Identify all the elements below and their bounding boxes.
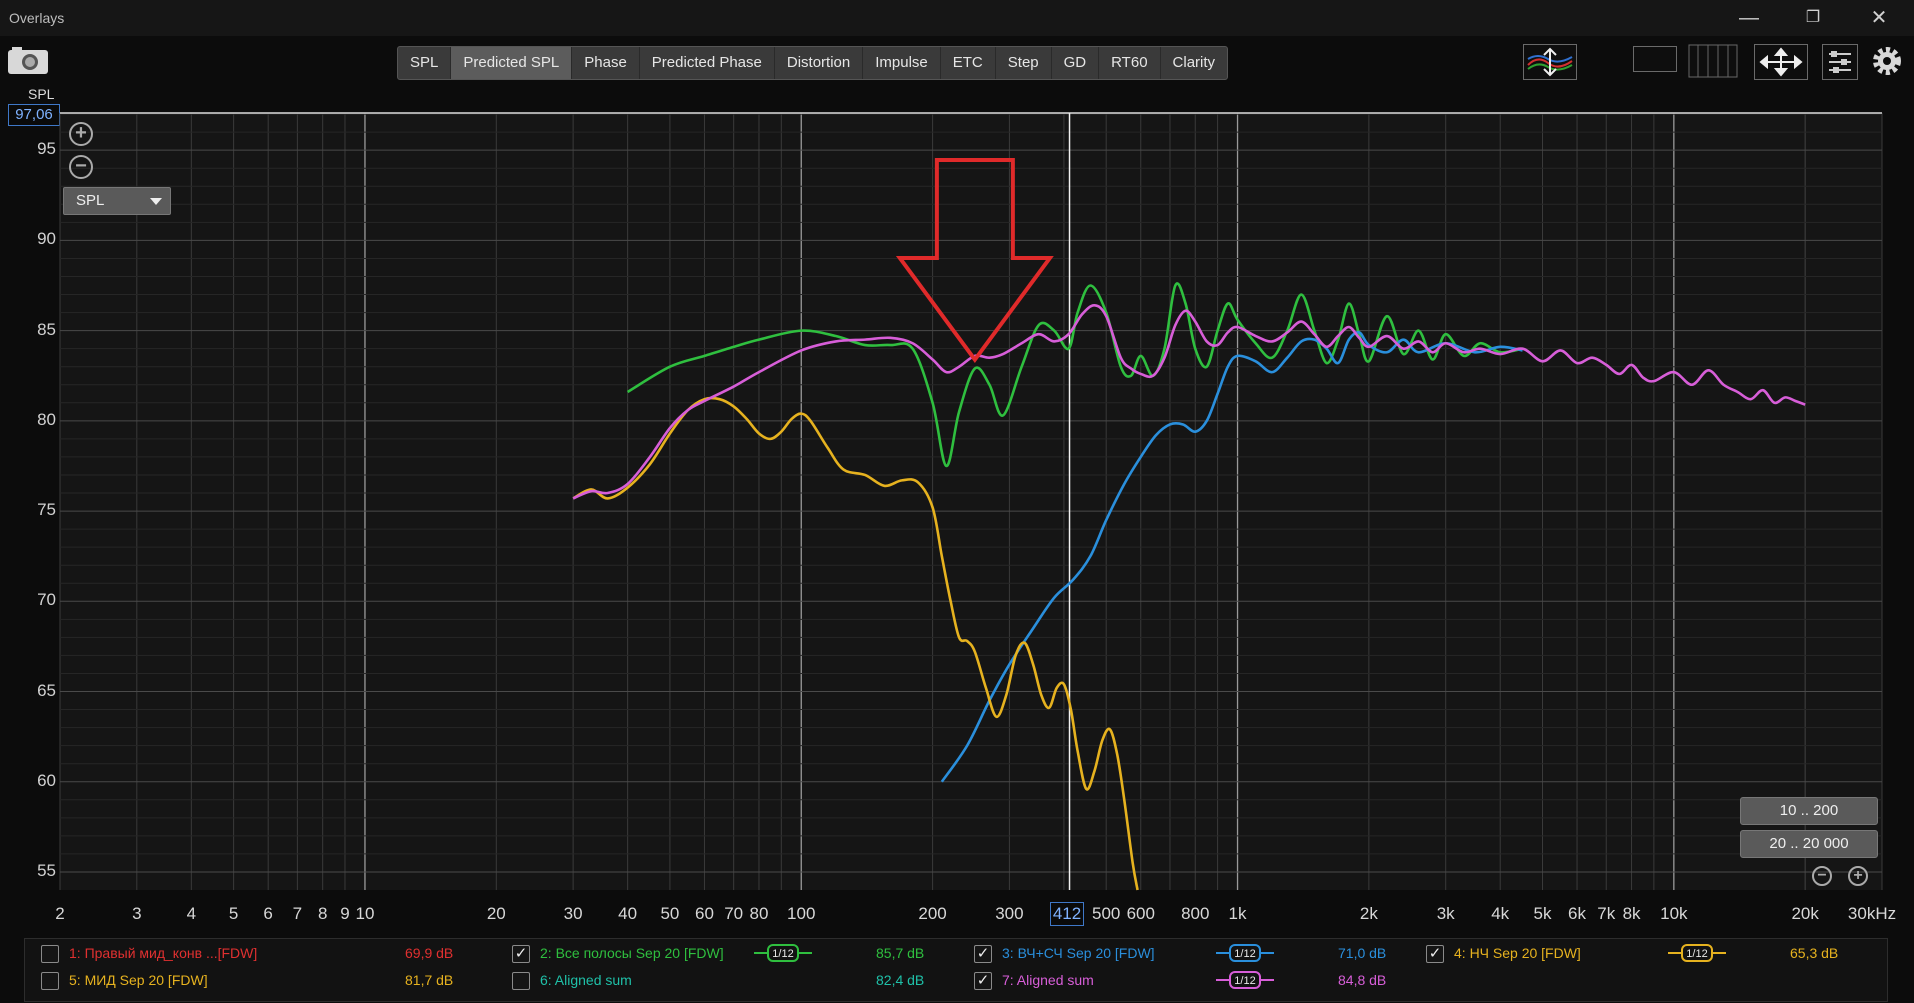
cursor-frequency-readout: 412 (1050, 902, 1084, 926)
x-tick-label: 800 (1181, 904, 1210, 923)
legend-checkbox[interactable] (41, 972, 59, 990)
x-tick-label: 300 (995, 904, 1024, 923)
legend-checkbox[interactable]: ✓ (1426, 945, 1444, 963)
chevron-down-icon (150, 198, 162, 205)
dropdown-value: SPL (76, 192, 105, 209)
legend-value: 69,9 dB (405, 945, 454, 961)
legend-value: 65,3 dB (1790, 945, 1839, 961)
x-tick-label: 200 (918, 904, 947, 923)
zoom-in-icon[interactable]: + (69, 122, 93, 146)
svg-text:1/12: 1/12 (1234, 948, 1255, 960)
spl-plot[interactable] (0, 0, 1914, 1003)
x-tick-label: 8k (1622, 904, 1641, 923)
legend-checkbox[interactable]: ✓ (974, 945, 992, 963)
x-tick-label: 6 (263, 904, 273, 923)
legend-checkbox[interactable] (512, 972, 530, 990)
legend-value: 81,7 dB (405, 972, 454, 988)
svg-text:1/12: 1/12 (1234, 975, 1255, 987)
measure-type-dropdown[interactable]: SPL (63, 187, 171, 215)
legend-label[interactable]: 4: НЧ Sep 20 [FDW] (1454, 945, 1581, 961)
x-tick-label: 10k (1660, 904, 1688, 923)
x-tick-label: 40 (618, 904, 638, 923)
x-zoom-in-icon[interactable]: + (1848, 866, 1868, 886)
y-tick-label: 90 (37, 229, 56, 249)
zoom-out-icon[interactable]: − (69, 155, 93, 179)
y-tick-label: 60 (37, 770, 56, 790)
legend-value: 84,8 dB (1338, 972, 1387, 988)
legend-checkbox[interactable] (41, 945, 59, 963)
plot-area (60, 113, 1882, 890)
x-tick-label: 7 (292, 904, 303, 923)
x-tick-label: 1k (1228, 904, 1247, 923)
x-tick-label: 70 (724, 904, 744, 923)
x-tick-label: 4 (186, 904, 197, 923)
x-tick-label: 30 (563, 904, 583, 923)
y-tick-label: 95 (37, 139, 56, 159)
x-tick-label: 50 (660, 904, 680, 923)
range-20-20000-button[interactable]: 20 .. 20 000 (1740, 830, 1878, 858)
x-tick-label: 4k (1491, 904, 1510, 923)
x-tick-label: 2k (1359, 904, 1378, 923)
x-tick-label: 30kHz (1847, 904, 1897, 923)
x-tick-label: 10 (355, 904, 375, 923)
legend-value: 82,4 dB (876, 972, 925, 988)
legend-label[interactable]: 6: Aligned sum (540, 972, 632, 988)
legend-label[interactable]: 7: Aligned sum (1002, 972, 1094, 988)
legend-checkbox[interactable]: ✓ (512, 945, 530, 963)
x-tick-label: 500 (1092, 904, 1121, 923)
legend-value: 71,0 dB (1338, 945, 1387, 961)
x-tick-label: 20 (486, 904, 506, 923)
legend-value: 85,7 dB (876, 945, 925, 961)
x-tick-label: 3k (1436, 904, 1455, 923)
x-tick-label: 8 (317, 904, 328, 923)
range-10-200-button[interactable]: 10 .. 200 (1740, 797, 1878, 825)
legend-label[interactable]: 3: ВЧ+СЧ Sep 20 [FDW] (1002, 945, 1155, 961)
legend-label[interactable]: 2: Все полосы Sep 20 [FDW] (540, 945, 724, 961)
y-tick-label: 85 (37, 319, 56, 339)
smoothing-icon[interactable]: 1/12 (754, 944, 812, 962)
x-tick-label: 60 (694, 904, 714, 923)
y-tick-label: 55 (37, 860, 56, 880)
x-tick-label: 2 (55, 904, 65, 923)
x-tick-label: 6k (1568, 904, 1587, 923)
x-tick-label: 7k (1597, 904, 1616, 923)
x-tick-label: 5k (1533, 904, 1552, 923)
x-tick-label: 600 (1126, 904, 1155, 923)
smoothing-icon[interactable]: 1/12 (1216, 971, 1274, 989)
x-tick-label: 5 (228, 904, 239, 923)
y-tick-label: 70 (37, 590, 56, 610)
x-tick-label: 9 (340, 904, 350, 923)
legend-label[interactable]: 5: МИД Sep 20 [FDW] (69, 972, 208, 988)
x-tick-label: 3 (132, 904, 142, 923)
y-tick-label: 75 (37, 500, 56, 520)
smoothing-icon[interactable]: 1/12 (1216, 944, 1274, 962)
svg-text:1/12: 1/12 (772, 948, 793, 960)
smoothing-icon[interactable]: 1/12 (1668, 944, 1726, 962)
legend-checkbox[interactable]: ✓ (974, 972, 992, 990)
y-tick-label: 80 (37, 409, 56, 429)
x-tick-label: 100 (787, 904, 816, 923)
x-tick-label: 80 (749, 904, 769, 923)
svg-text:1/12: 1/12 (1686, 948, 1707, 960)
x-tick-label: 20k (1791, 904, 1819, 923)
x-zoom-out-icon[interactable]: − (1812, 866, 1832, 886)
legend-panel: 1: Правый мид_конв ...[FDW] 69,9 dB ✓ 2: Вс… (24, 938, 1888, 1002)
y-tick-label: 65 (37, 680, 56, 700)
legend-label[interactable]: 1: Правый мид_конв ...[FDW] (69, 945, 257, 961)
